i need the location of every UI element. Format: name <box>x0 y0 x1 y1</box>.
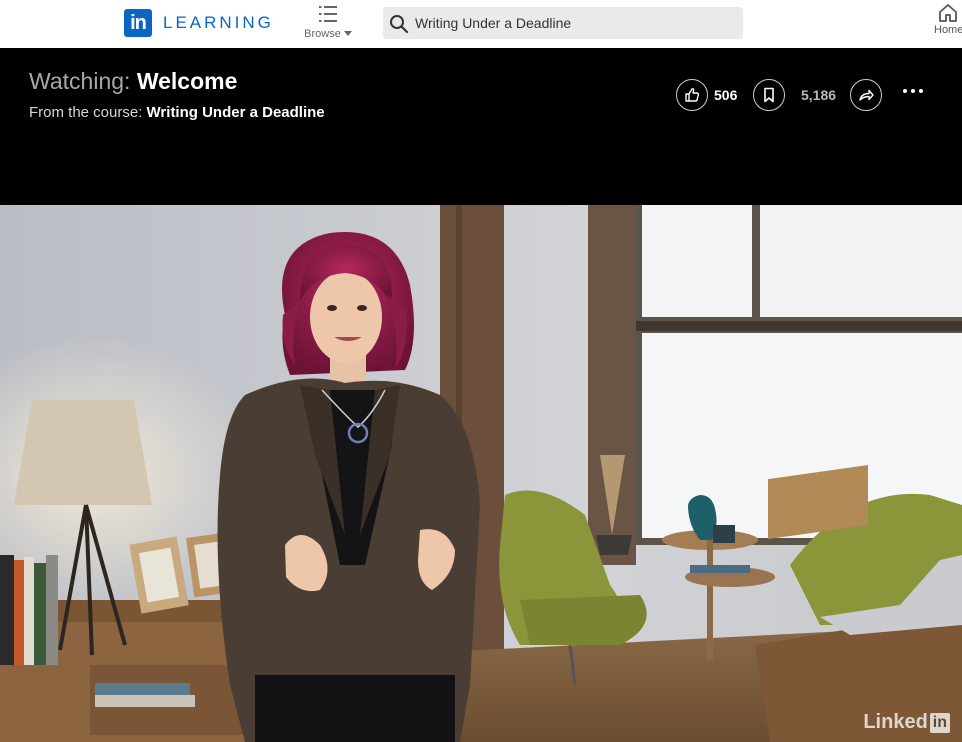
save-count: 5,186 <box>801 87 837 103</box>
lamp-shade <box>14 400 152 505</box>
home-icon <box>939 4 957 22</box>
watching-title: Watching: Welcome <box>29 68 237 95</box>
video-player[interactable]: Linked in <box>0 205 962 742</box>
list-icon <box>319 6 337 22</box>
like-button[interactable] <box>676 79 708 111</box>
linkedin-watermark: Linked in <box>863 711 950 734</box>
video-frame <box>0 205 962 742</box>
share-arrow-icon <box>859 89 874 101</box>
search-input[interactable] <box>415 7 735 39</box>
more-options-button[interactable] <box>903 89 923 93</box>
more-dots-icon <box>903 89 907 93</box>
like-count: 506 <box>714 87 738 103</box>
top-navigation: in LEARNING Browse Home <box>0 0 962 48</box>
browse-menu-button[interactable]: Browse <box>302 4 354 42</box>
more-dots-icon <box>919 89 923 93</box>
browse-label: Browse <box>304 28 341 40</box>
save-button[interactable] <box>753 79 785 111</box>
thumbs-up-icon <box>685 88 700 102</box>
brand-wordmark: LEARNING <box>163 13 274 32</box>
course-prefix: From the course: <box>29 104 143 121</box>
video-title: Welcome <box>136 68 238 94</box>
watermark-text: Linked <box>863 711 928 733</box>
chevron-down-icon <box>343 31 352 36</box>
home-nav-button[interactable]: Home <box>930 3 962 36</box>
course-name-link[interactable]: Writing Under a Deadline <box>147 104 325 121</box>
bookmark-icon <box>764 87 774 103</box>
course-info: From the course: Writing Under a Deadlin… <box>29 104 325 121</box>
share-button[interactable] <box>850 79 882 111</box>
linkedin-logo-icon: in <box>124 9 152 37</box>
search-bar[interactable] <box>383 7 743 39</box>
watching-prefix: Watching: <box>29 68 131 94</box>
linkedin-learning-logo[interactable]: in LEARNING <box>124 9 274 37</box>
video-header: Watching: Welcome From the course: Writi… <box>0 48 962 205</box>
search-icon <box>390 15 409 34</box>
watermark-in-badge: in <box>929 712 950 733</box>
video-actions: 506 5,186 <box>676 79 946 111</box>
more-dots-icon <box>911 89 915 93</box>
home-label: Home <box>934 24 962 36</box>
